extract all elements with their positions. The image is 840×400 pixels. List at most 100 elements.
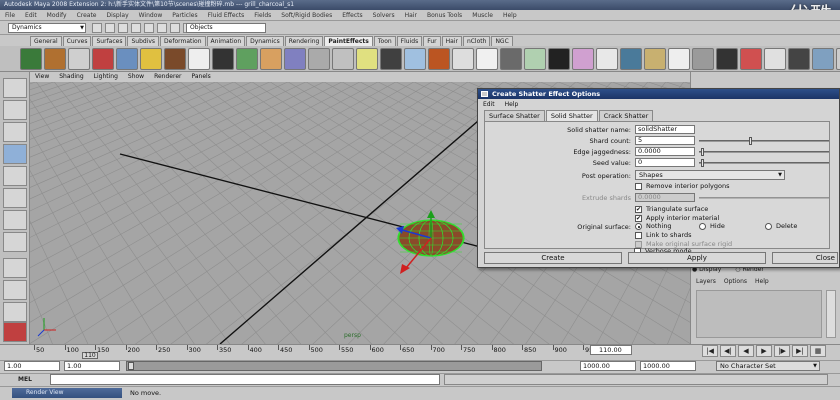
playback-start-field[interactable]: 1.00 [64,361,120,371]
mel-label[interactable]: MEL [18,376,32,383]
menu-fields[interactable]: Fields [249,10,276,20]
paint-brush-preset-icon[interactable] [788,48,810,70]
layers-menu-layers[interactable]: Layers [696,278,716,285]
paint-brush-preset-icon[interactable] [20,48,42,70]
menu-particles[interactable]: Particles [167,10,202,20]
shelf-tab-painteffects[interactable]: PaintEffects [324,36,373,46]
objects-field[interactable]: Objects [186,23,266,33]
menu-fluid-effects[interactable]: Fluid Effects [203,10,250,20]
shelf-tab-curves[interactable]: Curves [62,36,92,46]
anim-prefs-icon[interactable]: ▦ [810,345,826,357]
menu-effects[interactable]: Effects [337,10,367,20]
paint-brush-preset-icon[interactable] [740,48,762,70]
shelf-tab-deformation[interactable]: Deformation [160,36,206,46]
paint-brush-preset-icon[interactable] [572,48,594,70]
new-scene-icon[interactable] [92,23,102,33]
edge-jaggedness-input[interactable]: 0.0000 [635,147,695,156]
paint-brush-preset-icon[interactable] [764,48,786,70]
paint-brush-preset-icon[interactable] [524,48,546,70]
shelf-tab-toon[interactable]: Toon [373,36,396,46]
paint-brush-preset-icon[interactable] [428,48,450,70]
shelf-tab-ncloth[interactable]: nCloth [462,36,491,46]
shelf-tab-general[interactable]: General [30,36,62,46]
shelf-tab-fur[interactable]: Fur [423,36,441,46]
menu-modify[interactable]: Modify [42,10,72,20]
current-frame-field[interactable]: 110.00 [590,345,632,355]
lasso-tool-icon[interactable] [3,100,27,120]
post-operation-select[interactable]: Shapes [635,170,785,180]
paint-brush-preset-icon[interactable] [692,48,714,70]
render-view-taskbar-button[interactable]: Render View [12,388,122,398]
rotate-tool-icon[interactable] [3,166,27,186]
panel-menu-renderer[interactable]: Renderer [149,72,186,82]
select-component-icon[interactable] [157,23,167,33]
current-frame-marker[interactable]: 110 [82,352,98,359]
range-slider-knob[interactable] [128,362,134,370]
shatter-name-input[interactable]: solidShatter [635,125,695,134]
select-object-icon[interactable] [144,23,154,33]
shard-count-slider[interactable] [699,140,829,142]
menu-muscle[interactable]: Muscle [467,10,498,20]
close-button[interactable]: Close [772,252,838,264]
step-forward-icon[interactable]: |▶ [774,345,790,357]
open-scene-icon[interactable] [105,23,115,33]
single-pane-layout-icon[interactable] [3,258,27,278]
paint-brush-preset-icon[interactable] [188,48,210,70]
menu-bonus-tools[interactable]: Bonus Tools [422,10,467,20]
playback-end-field[interactable]: 1000.00 [580,361,636,371]
paint-brush-preset-icon[interactable] [500,48,522,70]
extrude-shards-input[interactable]: 0.0000 [635,193,695,202]
go-to-start-icon[interactable]: |◀ [702,345,718,357]
save-scene-icon[interactable] [118,23,128,33]
triangulate-checkbox[interactable]: ✔ [635,206,642,213]
panel-menu-lighting[interactable]: Lighting [89,72,123,82]
paint-brush-preset-icon[interactable] [92,48,114,70]
paint-brush-preset-icon[interactable] [212,48,234,70]
menu-create[interactable]: Create [72,10,102,20]
four-pane-layout-icon[interactable] [3,280,27,300]
play-forward-icon[interactable]: ▶ [756,345,772,357]
paint-brush-preset-icon[interactable] [44,48,66,70]
menu-soft-rigid-bodies[interactable]: Soft/Rigid Bodies [276,10,337,20]
shelf-tab-ngc[interactable]: NGC [491,36,513,46]
select-hierarchy-icon[interactable] [131,23,141,33]
anim-start-field[interactable]: 1.00 [4,361,60,371]
paint-brush-preset-icon[interactable] [548,48,570,70]
paint-brush-preset-icon[interactable] [308,48,330,70]
paint-brush-preset-icon[interactable] [716,48,738,70]
paint-brush-preset-icon[interactable] [68,48,90,70]
panel-menu-show[interactable]: Show [123,72,149,82]
dialog-title-bar[interactable]: Create Shatter Effect Options [478,89,839,99]
paint-brush-preset-icon[interactable] [476,48,498,70]
menu-display[interactable]: Display [102,10,134,20]
go-to-end-icon[interactable]: ▶| [792,345,808,357]
paint-brush-preset-icon[interactable] [164,48,186,70]
paint-brush-preset-icon[interactable] [644,48,666,70]
shelf-tab-animation[interactable]: Animation [206,36,246,46]
command-input[interactable] [50,374,440,385]
paint-brush-preset-icon[interactable] [380,48,402,70]
move-tool-icon[interactable] [3,144,27,164]
character-set-select[interactable]: No Character Set [716,361,820,371]
shelf-tab-rendering[interactable]: Rendering [284,36,324,46]
dialog-menu-edit[interactable]: Edit [478,99,500,110]
create-button[interactable]: Create [484,252,622,264]
paint-brush-preset-icon[interactable] [260,48,282,70]
radio-nothing[interactable] [635,223,642,230]
menu-hair[interactable]: Hair [400,10,422,20]
tab-crack-shatter[interactable]: Crack Shatter [598,110,654,121]
paint-select-tool-icon[interactable] [3,122,27,142]
play-back-icon[interactable]: ◀ [738,345,754,357]
panel-menu-view[interactable]: View [30,72,54,82]
paint-brush-preset-icon[interactable] [236,48,258,70]
edge-jaggedness-slider[interactable] [699,151,829,153]
make-rigid-checkbox[interactable] [635,241,642,248]
last-tool-icon[interactable] [3,232,27,252]
seed-value-input[interactable]: 0 [635,158,695,167]
seed-value-slider-knob[interactable] [701,159,704,167]
paint-brush-preset-icon[interactable] [332,48,354,70]
shelf-tab-hair[interactable]: Hair [441,36,462,46]
remove-interior-checkbox[interactable] [635,183,642,190]
paint-brush-preset-icon[interactable] [356,48,378,70]
shelf-tab-surfaces[interactable]: Surfaces [92,36,127,46]
